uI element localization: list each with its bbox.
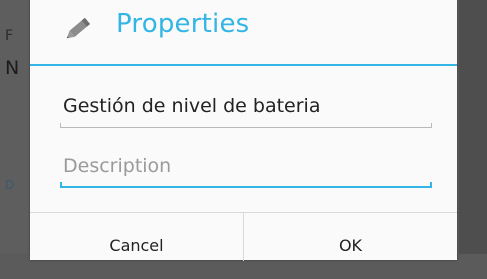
pencil-icon <box>62 11 96 45</box>
background-app-left: F N D <box>0 0 29 254</box>
dialog-header: Properties <box>30 0 457 62</box>
title-divider <box>30 64 457 66</box>
name-field-value[interactable]: Gestión de nivel de bateria <box>63 95 320 117</box>
name-field[interactable]: Gestión de nivel de bateria <box>60 88 432 128</box>
properties-dialog: Properties Gestión de nivel de bateria D… <box>30 0 457 261</box>
description-field-underline <box>60 182 432 188</box>
name-field-underline <box>60 123 432 128</box>
background-text: F <box>5 28 14 44</box>
background-text: N <box>5 57 20 79</box>
background-app-right <box>459 0 487 254</box>
description-field[interactable]: Description <box>60 148 432 188</box>
dialog-title: Properties <box>116 9 250 39</box>
background-text: D <box>5 178 15 192</box>
description-placeholder[interactable]: Description <box>63 155 171 177</box>
